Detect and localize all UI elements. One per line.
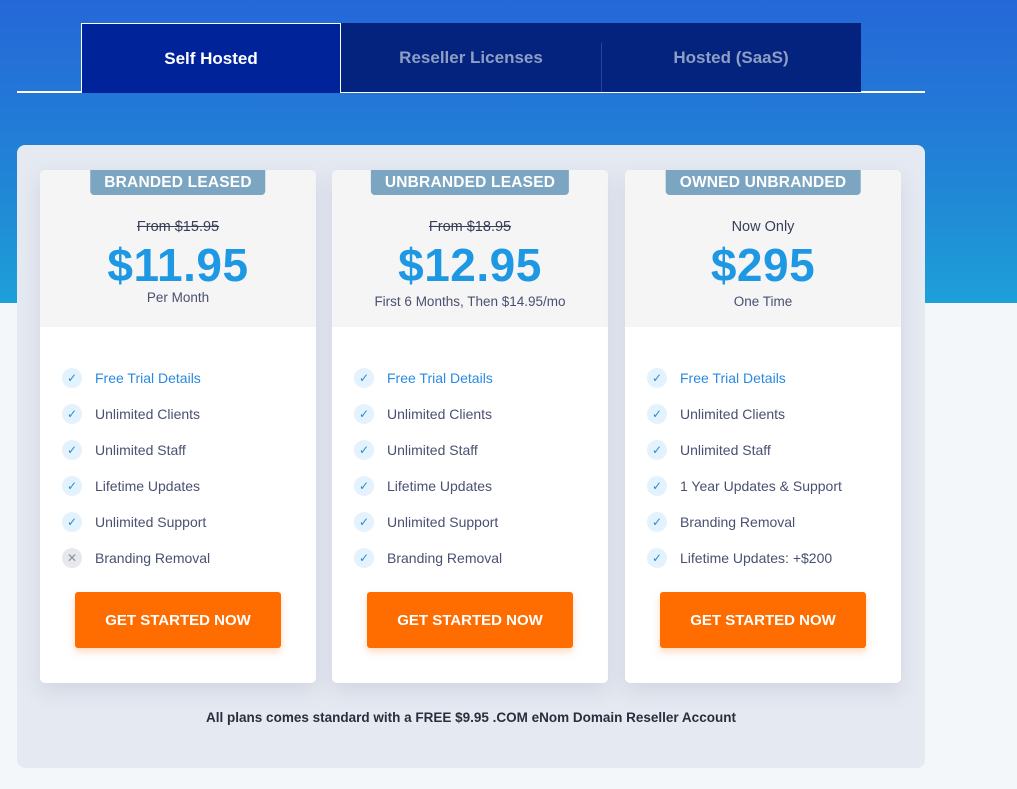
plan-header: BRANDED LEASED From $15.95 $11.95 Per Mo… (40, 170, 316, 327)
check-icon: ✓ (647, 440, 667, 460)
plan-header: OWNED UNBRANDED Now Only $295 One Time (625, 170, 901, 327)
x-icon: ✕ (62, 548, 82, 568)
price-note: One Time (733, 294, 793, 309)
check-icon: ✓ (62, 404, 82, 424)
feature-item: ✓ Unlimited Clients (62, 396, 316, 432)
tab-self-hosted[interactable]: Self Hosted (81, 23, 341, 93)
feature-label: Lifetime Updates (387, 478, 493, 494)
feature-label: Lifetime Updates: +$200 (680, 550, 833, 566)
plan-card-unbranded-leased: UNBRANDED LEASED From $18.95 $12.95 Firs… (332, 170, 608, 683)
check-icon: ✓ (62, 476, 82, 496)
price-note: Per Month (146, 290, 210, 305)
check-icon: ✓ (354, 548, 374, 568)
feature-label: Unlimited Staff (680, 442, 771, 458)
get-started-button[interactable]: GET STARTED NOW (367, 592, 573, 648)
feature-item: ✓ Unlimited Support (354, 504, 608, 540)
plan-type-tabs: Self Hosted Reseller Licenses Hosted (Sa… (81, 23, 861, 93)
tab-hosted-saas[interactable]: Hosted (SaaS) (601, 23, 861, 92)
plan-badge: OWNED UNBRANDED (665, 170, 861, 195)
free-trial-details-link[interactable]: Free Trial Details (95, 370, 201, 386)
feature-list: ✓ Free Trial Details ✓ Unlimited Clients ✓… (332, 327, 608, 576)
feature-label: 1 Year Updates & Support (680, 478, 842, 494)
old-price: From $15.95 (136, 219, 220, 235)
feature-label: Unlimited Clients (95, 406, 201, 422)
feature-label: Unlimited Support (387, 514, 499, 530)
check-icon: ✓ (62, 368, 82, 388)
feature-label: Unlimited Support (95, 514, 207, 530)
check-icon: ✓ (647, 404, 667, 424)
get-started-button[interactable]: GET STARTED NOW (75, 592, 281, 648)
plan-header: UNBRANDED LEASED From $18.95 $12.95 Firs… (332, 170, 608, 327)
check-icon: ✓ (354, 404, 374, 424)
feature-item: ✓ 1 Year Updates & Support (647, 468, 901, 504)
price-pre-label: Now Only (731, 219, 795, 235)
domain-offer-note: All plans comes standard with a FREE $9.… (206, 710, 736, 725)
feature-item: ✓ Unlimited Staff (647, 432, 901, 468)
check-icon: ✓ (354, 368, 374, 388)
free-trial-details-link[interactable]: Free Trial Details (680, 370, 786, 386)
plan-price: $11.95 (107, 239, 249, 291)
feature-item: ✓ Unlimited Staff (62, 432, 316, 468)
get-started-button[interactable]: GET STARTED NOW (660, 592, 866, 648)
feature-list: ✓ Free Trial Details ✓ Unlimited Clients ✓… (625, 327, 901, 576)
feature-label: Lifetime Updates (95, 478, 201, 494)
plan-price: $12.95 (398, 239, 542, 291)
plan-badge: BRANDED LEASED (90, 170, 266, 195)
check-icon: ✓ (647, 548, 667, 568)
feature-item: ✓ Free Trial Details (62, 360, 316, 396)
feature-item: ✓ Branding Removal (647, 504, 901, 540)
check-icon: ✓ (647, 476, 667, 496)
plan-card-owned-unbranded: OWNED UNBRANDED Now Only $295 One Time ✓… (625, 170, 901, 683)
feature-item: ✓ Unlimited Clients (354, 396, 608, 432)
feature-label: Unlimited Clients (387, 406, 493, 422)
feature-label: Branding Removal (387, 550, 503, 566)
feature-label: Unlimited Staff (95, 442, 186, 458)
feature-label: Unlimited Clients (680, 406, 786, 422)
feature-item: ✓ Unlimited Clients (647, 396, 901, 432)
feature-item: ✓ Unlimited Support (62, 504, 316, 540)
check-icon: ✓ (354, 476, 374, 496)
check-icon: ✓ (62, 512, 82, 532)
free-trial-details-link[interactable]: Free Trial Details (387, 370, 493, 386)
tab-reseller-licenses[interactable]: Reseller Licenses (341, 23, 601, 92)
check-icon: ✓ (647, 512, 667, 532)
feature-item: ✓ Unlimited Staff (354, 432, 608, 468)
price-note: First 6 Months, Then $14.95/mo (374, 294, 566, 309)
check-icon: ✓ (354, 440, 374, 460)
feature-label: Unlimited Staff (387, 442, 478, 458)
feature-item: ✓ Free Trial Details (647, 360, 901, 396)
check-icon: ✓ (354, 512, 374, 532)
feature-item: ✓ Free Trial Details (354, 360, 608, 396)
pricing-panel: BRANDED LEASED From $15.95 $11.95 Per Mo… (17, 145, 925, 768)
feature-item: ✓ Lifetime Updates (354, 468, 608, 504)
plan-price: $295 (710, 239, 816, 291)
check-icon: ✓ (62, 440, 82, 460)
check-icon: ✓ (647, 368, 667, 388)
feature-label: Branding Removal (680, 514, 796, 530)
old-price: From $18.95 (428, 219, 512, 235)
feature-label: Branding Removal (95, 550, 211, 566)
feature-item: ✓ Branding Removal (354, 540, 608, 576)
feature-list: ✓ Free Trial Details ✓ Unlimited Clients ✓… (40, 327, 316, 576)
plan-card-branded-leased: BRANDED LEASED From $15.95 $11.95 Per Mo… (40, 170, 316, 683)
plan-badge: UNBRANDED LEASED (370, 170, 570, 195)
feature-item: ✓ Lifetime Updates (62, 468, 316, 504)
feature-item: ✓ Lifetime Updates: +$200 (647, 540, 901, 576)
feature-item: ✕ Branding Removal (62, 540, 316, 576)
